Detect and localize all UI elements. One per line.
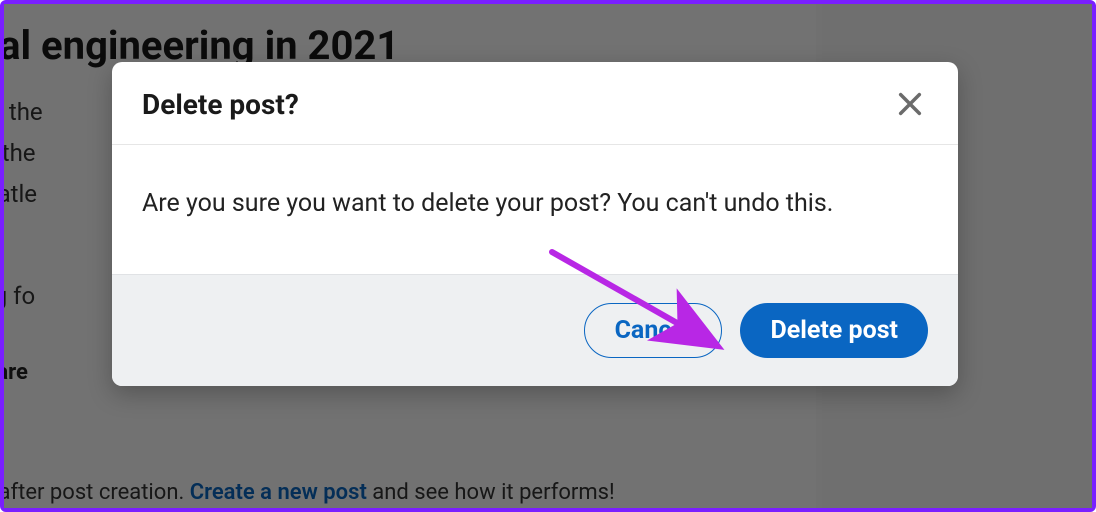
delete-post-modal: Delete post? Are you sure you want to de… bbox=[112, 62, 958, 386]
close-icon bbox=[896, 90, 924, 118]
delete-post-button[interactable]: Delete post bbox=[740, 303, 928, 358]
app-frame: Mechanical engineering in 2021 ion for t… bbox=[0, 0, 1096, 512]
modal-message: Are you sure you want to delete your pos… bbox=[142, 189, 928, 218]
cancel-button[interactable]: Cancel bbox=[584, 303, 723, 358]
modal-header: Delete post? bbox=[112, 62, 958, 145]
modal-title: Delete post? bbox=[142, 88, 299, 121]
modal-footer: Cancel Delete post bbox=[112, 274, 958, 386]
modal-body: Are you sure you want to delete your pos… bbox=[112, 145, 958, 274]
close-button[interactable] bbox=[892, 86, 928, 122]
